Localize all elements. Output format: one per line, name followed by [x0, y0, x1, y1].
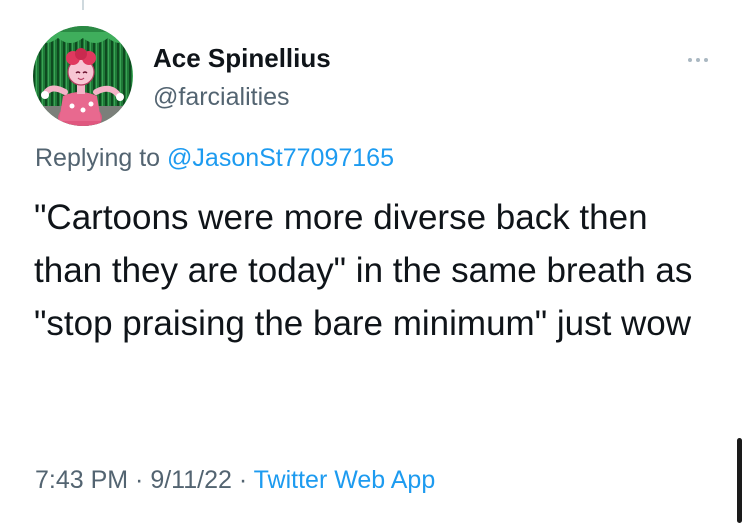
scrollbar[interactable] — [737, 438, 742, 523]
replying-to-label: Replying to — [35, 144, 168, 172]
replying-to-line: Replying to @JasonSt77097165 — [35, 142, 394, 174]
avatar[interactable] — [33, 26, 133, 126]
more-options-button[interactable] — [680, 48, 716, 72]
meta-separator: · — [231, 466, 254, 494]
thread-connector-line — [82, 0, 84, 10]
meta-separator: · — [128, 466, 151, 494]
reply-mention-link[interactable]: @JasonSt77097165 — [167, 144, 394, 172]
tweet-date[interactable]: 9/11/22 — [150, 466, 232, 494]
more-options-icon — [688, 58, 692, 62]
author-display-name[interactable]: Ace Spinellius — [153, 43, 331, 73]
tweet-source-link[interactable]: Twitter Web App — [254, 466, 436, 494]
tweet-text: "Cartoons were more diverse back then th… — [34, 198, 693, 343]
author-handle[interactable]: @farcialities — [153, 82, 290, 112]
avatar-image — [33, 26, 133, 126]
tweet-time[interactable]: 7:43 PM — [35, 466, 128, 494]
tweet-metadata: 7:43 PM · 9/11/22 · Twitter Web App — [35, 464, 435, 496]
